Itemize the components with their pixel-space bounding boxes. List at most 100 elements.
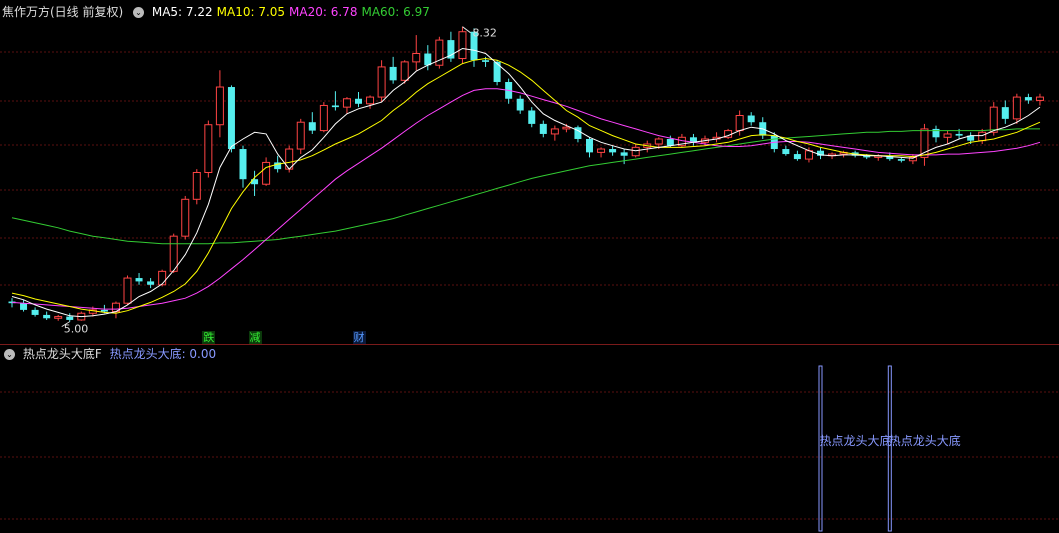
candle [943,130,952,144]
candle [817,147,824,160]
indicator-panel[interactable]: 热点龙头大底 热点龙头大底 ⌄ 热点龙头大底F 热点龙头大底: 0.00 [0,346,1059,533]
candle-body [978,131,987,142]
candle [181,195,190,240]
ma-legend: MA5: 7.22 MA10: 7.05 MA20: 6.78 MA60: 6.97 [152,5,434,19]
candle [550,125,559,141]
candle-body [493,61,501,82]
candle-body [654,138,663,145]
kline-panel[interactable]: 8.32 5.00 焦作万方(日线 前复权) ⌄ MA5: 7.22 MA10: 7… [0,0,1059,344]
candle [389,56,397,84]
candle-body [897,159,905,161]
candle-body [620,152,628,156]
candle [319,102,328,133]
ma20-line [11,88,1041,310]
candle-body [123,277,132,304]
ma-label-2: MA20: 6.78 [289,5,358,19]
panel-divider [0,344,1059,345]
candle-body [586,138,593,153]
candle [597,147,606,158]
candle-body [609,149,617,153]
candle-body [158,270,167,286]
candle-body [135,278,143,282]
candle [897,157,905,163]
candle [516,95,524,114]
candle-body [100,309,108,312]
candle-body [1012,96,1021,120]
indicator-value: 热点龙头大底: 0.00 [109,347,217,361]
candle-body [147,281,155,285]
candle [308,112,316,134]
candle-body [262,161,271,185]
settings-toggle-icon[interactable]: ⌄ [133,7,145,18]
candle [782,145,790,156]
ma10-line [11,57,1041,314]
candle [908,154,917,165]
candle [251,170,259,196]
candle-body [562,126,571,130]
candle-body [169,235,178,272]
candle-body [631,146,640,157]
stock-title: 焦作万方(日线 前复权) [2,5,124,19]
candle [609,145,617,156]
candle-body [412,53,421,63]
ma-label-3: MA60: 6.97 [361,5,430,19]
ma60-line [11,128,1040,245]
candle-body [458,31,467,60]
ma-label-0: MA5: 7.22 [151,5,213,19]
candle [435,36,444,69]
candle-body [192,171,201,200]
candlestick-chart[interactable]: 8.32 5.00 [0,0,1059,343]
candle-body [943,133,952,138]
candle [574,125,582,143]
candle-body [528,110,536,124]
candle [978,128,987,144]
candle-body [308,122,316,131]
candle-body [666,138,674,146]
signal-2: 财 [352,331,366,344]
candle [528,107,536,128]
candle [147,278,155,289]
indicator-bar [818,365,823,532]
candle [712,132,721,143]
candle [539,120,547,138]
candle-body [296,121,305,150]
candle [20,299,28,312]
candle-body [400,61,409,81]
ma5-line [11,47,1041,318]
candle-body [735,115,744,132]
candle [296,118,305,155]
candle [620,149,628,165]
candle-body [482,60,490,62]
indicator-chart[interactable]: 热点龙头大底热点龙头大底 [0,346,1059,533]
candle [355,92,362,108]
candle [366,95,375,109]
candle-body [989,106,998,133]
candle [586,137,593,158]
candle-body [66,316,74,320]
candle [204,120,213,178]
candle [458,26,467,64]
candle-body [331,105,339,108]
candle-body [550,128,559,135]
candle-body [54,316,63,319]
candle [724,128,733,139]
main-legend: 焦作万方(日线 前复权) ⌄ MA5: 7.22 MA10: 7.05 MA20: … [2,4,438,20]
candle-body [424,53,432,66]
candle [215,70,224,138]
candle [689,133,697,146]
indicator-toggle-icon[interactable]: ⌄ [4,349,15,360]
candle-body [227,87,235,150]
candle [192,169,201,205]
candle-body [342,98,351,108]
candle [227,85,235,153]
candle-body [782,149,790,155]
candle [932,125,940,143]
candle [1012,93,1021,124]
signal-0: 跌 [202,331,216,344]
candle-body [1035,96,1044,101]
candle-body [181,198,190,237]
indicator-bar [887,365,892,532]
indicator-marker-label: 热点龙头大底 [889,433,961,448]
candle-body [43,314,51,319]
candle-body [31,309,39,315]
